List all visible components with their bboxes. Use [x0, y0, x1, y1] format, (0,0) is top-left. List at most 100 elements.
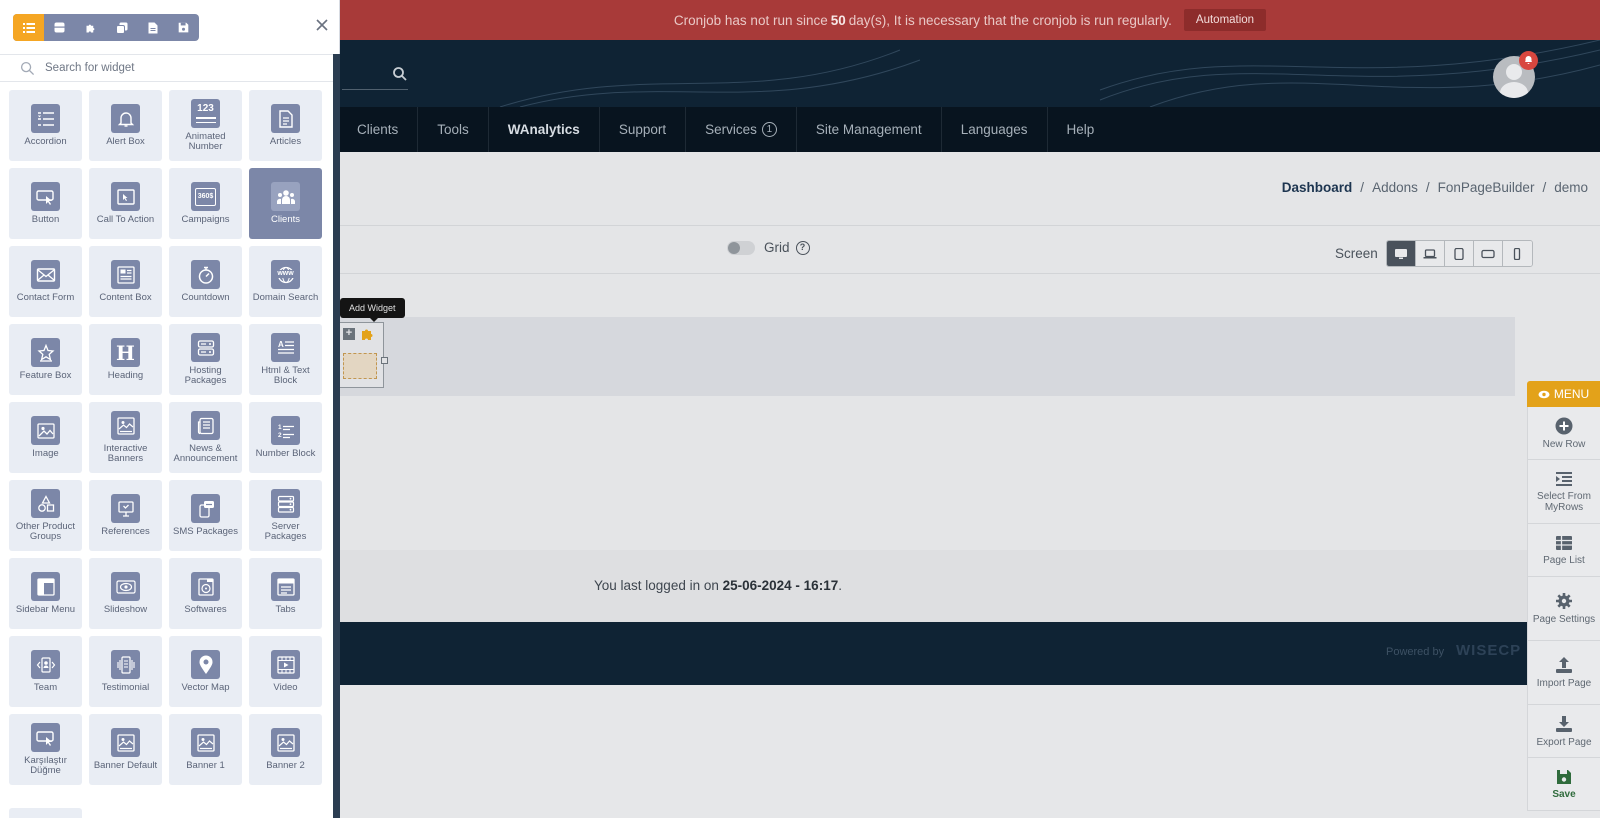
nav-item-languages[interactable]: Languages — [942, 107, 1048, 152]
widget-softwares[interactable]: Softwares — [169, 558, 242, 629]
close-icon[interactable] — [314, 17, 330, 33]
builder-column[interactable]: + — [336, 322, 388, 388]
table-icon — [1556, 535, 1572, 550]
widget-label: Alert Box — [106, 136, 145, 147]
select-from-myrows-button[interactable]: Select From MyRows — [1527, 460, 1600, 524]
widget-banner-2[interactable]: Banner 2 — [249, 714, 322, 785]
tab-widgets[interactable] — [13, 14, 44, 41]
widget-heading[interactable]: H Heading — [89, 324, 162, 395]
widget-search-input[interactable] — [45, 62, 305, 74]
widget-call-to-action[interactable]: Call To Action — [89, 168, 162, 239]
widget-button[interactable]: Button — [9, 168, 82, 239]
add-widget-puzzle-icon[interactable] — [360, 326, 376, 342]
grid-switch[interactable] — [727, 240, 755, 255]
widget-label: Karşılaştır Düğme — [24, 755, 67, 776]
widget-label: Button — [31, 214, 60, 225]
tab-copy[interactable] — [106, 14, 137, 41]
widget-card-partial[interactable] — [9, 808, 82, 818]
nav-item-wanalytics[interactable]: WAnalytics — [489, 107, 600, 152]
breadcrumb-builder[interactable]: FonPageBuilder — [1438, 180, 1535, 195]
widget-html-text-block[interactable]: A Html & Text Block — [249, 324, 322, 395]
widget-references[interactable]: References — [89, 480, 162, 551]
tab-blocks[interactable] — [44, 14, 75, 41]
widget-testimonial[interactable]: Testimonial — [89, 636, 162, 707]
nav-item-support[interactable]: Support — [600, 107, 687, 152]
file-icon — [148, 22, 157, 33]
widget-sms-packages[interactable]: SMS Packages — [169, 480, 242, 551]
widget-server-packages[interactable]: Server Packages — [249, 480, 322, 551]
widget-vector-map[interactable]: Vector Map — [169, 636, 242, 707]
widget-alert-box[interactable]: Alert Box — [89, 90, 162, 161]
widget-label: Interactive Banners — [103, 443, 148, 464]
widget-tabs[interactable]: Tabs — [249, 558, 322, 629]
tab-addons[interactable] — [75, 14, 106, 41]
widget-label: Sidebar Menu — [15, 604, 76, 615]
team-icon — [31, 650, 60, 679]
grid-help-icon[interactable]: ? — [795, 240, 810, 255]
page-list-button[interactable]: Page List — [1527, 524, 1600, 577]
widget-label: Softwares — [184, 604, 227, 615]
tab-save[interactable] — [168, 14, 199, 41]
widget-grid: Accordion Alert Box 123 Animated Number … — [9, 90, 327, 785]
widget-slideshow[interactable]: Slideshow — [89, 558, 162, 629]
page-settings-label: Page Settings — [1532, 614, 1596, 625]
widget-label: Video — [273, 682, 298, 693]
nav-item-help[interactable]: Help — [1048, 107, 1114, 152]
automation-button[interactable]: Automation — [1183, 9, 1267, 31]
breadcrumb-dashboard[interactable]: Dashboard — [1282, 180, 1353, 195]
widget-news-announcement[interactable]: News & Announcement — [169, 402, 242, 473]
resize-handle[interactable] — [381, 357, 388, 364]
nav-item-services[interactable]: Services 1 — [686, 107, 797, 152]
save-button[interactable]: Save — [1527, 758, 1600, 811]
widget-banner-1[interactable]: Banner 1 — [169, 714, 242, 785]
widget-karsilastir-dugme[interactable]: Karşılaştır Düğme — [9, 714, 82, 785]
widget-domain-search[interactable]: www Domain Search — [249, 246, 322, 317]
menu-header[interactable]: MENU — [1527, 381, 1600, 407]
widget-interactive-banners[interactable]: Interactive Banners — [89, 402, 162, 473]
widget-banner-default[interactable]: Banner Default — [89, 714, 162, 785]
laptop-screen-button[interactable] — [1415, 241, 1445, 266]
widget-drop-zone[interactable] — [343, 353, 377, 379]
widget-team[interactable]: Team — [9, 636, 82, 707]
widget-image[interactable]: Image — [9, 402, 82, 473]
widget-hosting-packages[interactable]: Hosting Packages — [169, 324, 242, 395]
nav-item-site-management[interactable]: Site Management — [797, 107, 942, 152]
widget-countdown[interactable]: Countdown — [169, 246, 242, 317]
device-buttons — [1385, 240, 1533, 267]
top-search-field[interactable] — [342, 64, 408, 90]
numbers-icon-text: 123 — [197, 103, 214, 114]
widget-video[interactable]: Video — [249, 636, 322, 707]
mobile-screen-button[interactable] — [1502, 241, 1532, 266]
widget-articles[interactable]: Articles — [249, 90, 322, 161]
widget-number-block[interactable]: 12 Number Block — [249, 402, 322, 473]
breadcrumb-addons[interactable]: Addons — [1372, 180, 1418, 195]
heading-icon-text: H — [116, 340, 135, 365]
widget-other-product-groups[interactable]: Other Product Groups — [9, 480, 82, 551]
tablet-landscape-screen-button[interactable] — [1473, 241, 1503, 266]
desktop-screen-button[interactable] — [1386, 241, 1416, 266]
banner-icon — [111, 411, 140, 440]
export-page-button[interactable]: Export Page — [1527, 705, 1600, 758]
widget-animated-number[interactable]: 123 Animated Number — [169, 90, 242, 161]
tab-pages[interactable] — [137, 14, 168, 41]
grid-toggle[interactable]: Grid ? — [727, 240, 810, 255]
accordion-icon — [31, 104, 60, 133]
nav-item-clients[interactable]: Clients — [338, 107, 419, 152]
nav-item-tools[interactable]: Tools — [418, 107, 489, 152]
widget-sidebar-menu[interactable]: Sidebar Menu — [9, 558, 82, 629]
tablet-screen-button[interactable] — [1444, 241, 1474, 266]
page-settings-button[interactable]: Page Settings — [1527, 577, 1600, 641]
widget-contact-form[interactable]: Contact Form — [9, 246, 82, 317]
add-column-icon[interactable]: + — [343, 328, 355, 340]
panel-scrollbar[interactable] — [333, 54, 340, 818]
widget-campaigns[interactable]: 360$ Campaigns — [169, 168, 242, 239]
widget-content-box[interactable]: Content Box — [89, 246, 162, 317]
new-row-button[interactable]: New Row — [1527, 407, 1600, 460]
builder-row[interactable] — [340, 317, 1515, 396]
widget-accordion[interactable]: Accordion — [9, 90, 82, 161]
notification-bell-icon[interactable] — [1519, 51, 1538, 70]
import-page-button[interactable]: Import Page — [1527, 641, 1600, 705]
widget-label: Feature Box — [19, 370, 72, 381]
widget-feature-box[interactable]: Feature Box — [9, 324, 82, 395]
widget-clients[interactable]: Clients — [249, 168, 322, 239]
